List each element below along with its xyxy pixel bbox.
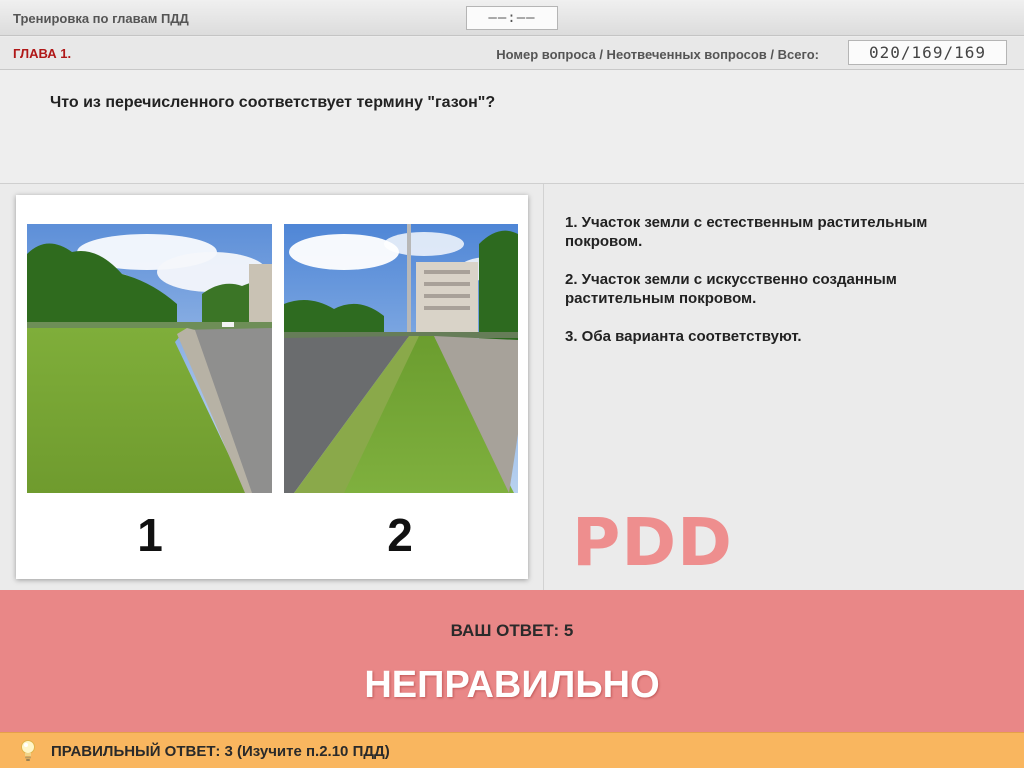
chapter-bar: ГЛАВА 1. Номер вопроса / Неотвеченных во… — [0, 37, 1024, 70]
result-panel: ВАШ ОТВЕТ: 5 НЕПРАВИЛЬНО — [0, 590, 1024, 732]
correct-answer-bar: ПРАВИЛЬНЫЙ ОТВЕТ: 3 (Изучите п.2.10 ПДД) — [0, 732, 1024, 768]
image-label-1: 1 — [137, 509, 163, 561]
photo-natural-lawn — [27, 224, 272, 493]
answer-option-1[interactable]: 1. Участок земли с естественным растител… — [565, 213, 1005, 251]
divider — [543, 184, 544, 590]
correct-answer-text: ПРАВИЛЬНЫЙ ОТВЕТ: 3 (Изучите п.2.10 ПДД) — [51, 743, 390, 760]
question-area: Что из перечисленного соответствует терм… — [0, 70, 1024, 184]
timer-display: ——:—— — [466, 6, 558, 30]
your-answer-text: ВАШ ОТВЕТ: 5 — [450, 621, 574, 640]
answer-option-3[interactable]: 3. Оба варианта соответствуют. — [565, 327, 1005, 346]
image-label-2: 2 — [387, 509, 413, 561]
question-image: 1 2 — [16, 195, 528, 579]
verdict-text: НЕПРАВИЛЬНО — [364, 664, 660, 706]
app-title: Тренировка по главам ПДД — [13, 11, 189, 26]
question-content: 1 2 1. Участок земли с естественным раст… — [0, 184, 1024, 658]
question-counter-label: Номер вопроса / Неотвеченных вопросов / … — [496, 47, 819, 62]
chapter-label: ГЛАВА 1. — [13, 46, 72, 61]
answer-list: 1. Участок земли с естественным растител… — [565, 213, 1005, 365]
photo-artificial-lawn — [284, 224, 518, 493]
question-text: Что из перечисленного соответствует терм… — [50, 94, 496, 111]
title-bar: Тренировка по главам ПДД ——:—— — [0, 0, 1024, 36]
question-counter: 020/169/169 — [848, 40, 1007, 65]
lightbulb-icon — [18, 739, 38, 763]
answer-option-2[interactable]: 2. Участок земли с искусственно созданны… — [565, 270, 1005, 308]
